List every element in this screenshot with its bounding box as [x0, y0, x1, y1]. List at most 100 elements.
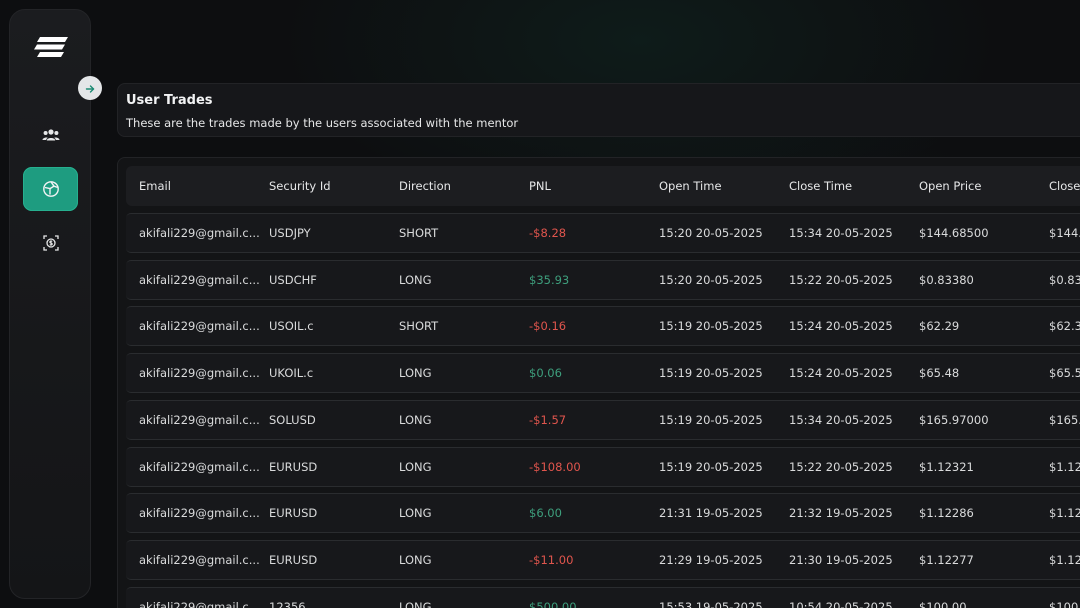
column-header-close-price[interactable]: Close	[1049, 179, 1080, 193]
cell-open-time: 15:53 19-05-2025	[659, 599, 763, 608]
cell-close-time: 21:30 19-05-2025	[789, 552, 893, 567]
cell-open-price: $1.12277	[919, 552, 974, 567]
table-row[interactable]: akifali229@gmail.c... USDJPY SHORT -$8.28 15…	[126, 213, 1080, 253]
column-header-security-id[interactable]: Security Id	[269, 179, 331, 193]
cell-security-id: EURUSD	[269, 506, 318, 521]
cell-open-price: $144.68500	[919, 226, 989, 240]
table-row[interactable]: akifali229@gmail.c... EURUSD LONG $6.00 21:3…	[126, 493, 1080, 534]
table-row[interactable]: akifali229@gmail.c... USDCHF LONG $35.93 15:…	[126, 259, 1080, 300]
cell-close-time: 15:34 20-05-2025	[789, 412, 893, 427]
table-row[interactable]: akifali229@gmail.c... EURUSD LONG -$11.00 21…	[126, 539, 1080, 580]
cell-email: akifali229@gmail.c...	[139, 226, 260, 240]
app-page: User Trades These are the trades made by…	[0, 0, 1080, 608]
cell-open-price: $65.48	[919, 366, 960, 381]
cell-open-time: 15:19 20-05-2025	[659, 459, 763, 474]
column-header-pnl[interactable]: PNL	[529, 179, 551, 193]
cell-direction: SHORT	[399, 319, 439, 334]
cell-pnl: -$108.00	[529, 459, 581, 474]
cell-email: akifali229@gmail.c...	[139, 599, 260, 608]
cell-close-price: $100	[1049, 599, 1079, 608]
cell-close-price: $144.6	[1049, 226, 1080, 240]
cell-security-id: 12356	[269, 599, 306, 608]
cell-direction: LONG	[399, 366, 432, 381]
cell-security-id: UKOIL.c	[269, 366, 314, 381]
cell-email: akifali229@gmail.c...	[139, 506, 260, 521]
cell-direction: LONG	[399, 599, 432, 608]
cell-open-time: 15:19 20-05-2025	[659, 319, 763, 334]
cell-close-time: 10:54 20-05-2025	[789, 599, 893, 608]
sidebar-item-trades[interactable]	[23, 167, 78, 211]
cell-direction: SHORT	[399, 226, 439, 240]
page-subtitle: These are the trades made by the users a…	[126, 116, 519, 130]
cell-open-price: $100.00	[919, 599, 967, 608]
column-header-open-price[interactable]: Open Price	[919, 179, 981, 193]
logo-icon[interactable]	[34, 37, 68, 57]
users-icon	[42, 128, 60, 142]
cell-direction: LONG	[399, 459, 432, 474]
cell-pnl: $0.06	[529, 366, 562, 381]
cell-close-price: $0.833	[1049, 272, 1080, 287]
cell-security-id: USDJPY	[269, 226, 311, 240]
cell-email: akifali229@gmail.c...	[139, 552, 260, 567]
cell-pnl: -$11.00	[529, 552, 574, 567]
column-header-close-time[interactable]: Close Time	[789, 179, 852, 193]
cell-close-price: $1.1228	[1049, 506, 1080, 521]
cell-direction: LONG	[399, 506, 432, 521]
table-row[interactable]: akifali229@gmail.c... UKOIL.c LONG $0.06 15:…	[126, 353, 1080, 394]
cell-close-price: $65.51	[1049, 366, 1080, 381]
cell-close-price: $1.1226	[1049, 459, 1080, 474]
cell-close-price: $165.3	[1049, 412, 1080, 427]
cell-security-id: USDCHF	[269, 272, 317, 287]
cell-email: akifali229@gmail.c...	[139, 272, 260, 287]
cell-security-id: SOLUSD	[269, 412, 316, 427]
cell-open-time: 21:29 19-05-2025	[659, 552, 763, 567]
sidebar-item-payments[interactable]	[23, 221, 78, 265]
cell-open-time: 15:19 20-05-2025	[659, 412, 763, 427]
cell-close-price: $62.37	[1049, 319, 1080, 334]
cell-close-time: 15:22 20-05-2025	[789, 272, 893, 287]
column-header-open-time[interactable]: Open Time	[659, 179, 722, 193]
payments-icon	[42, 235, 59, 251]
cell-close-time: 15:22 20-05-2025	[789, 459, 893, 474]
cell-security-id: EURUSD	[269, 552, 318, 567]
sidebar	[9, 9, 91, 599]
cell-pnl: $6.00	[529, 506, 562, 521]
cell-email: akifali229@gmail.c...	[139, 412, 260, 427]
cell-direction: LONG	[399, 552, 432, 567]
cell-security-id: USOIL.c	[269, 319, 314, 334]
cell-pnl: $35.93	[529, 272, 570, 287]
cell-pnl: $500.00	[529, 599, 577, 608]
cell-open-time: 15:19 20-05-2025	[659, 366, 763, 381]
cell-email: akifali229@gmail.c...	[139, 459, 260, 474]
sidebar-expand-button[interactable]	[78, 76, 102, 100]
column-header-direction[interactable]: Direction	[399, 179, 451, 193]
table-row[interactable]: akifali229@gmail.c... USOIL.c SHORT -$0.16 1…	[126, 306, 1080, 347]
cell-close-price: $1.1226	[1049, 552, 1080, 567]
table-header: Email Security Id Direction PNL Open Tim…	[126, 166, 1080, 206]
cell-security-id: EURUSD	[269, 459, 318, 474]
column-header-email[interactable]: Email	[139, 179, 171, 193]
table-row[interactable]: akifali229@gmail.c... SOLUSD LONG -$1.57 15:…	[126, 399, 1080, 440]
table-row[interactable]: akifali229@gmail.c... 12356 LONG $500.00 15:…	[126, 586, 1080, 608]
page-title: User Trades	[126, 93, 213, 108]
sidebar-item-users[interactable]	[23, 113, 78, 157]
page-header: User Trades These are the trades made by…	[117, 83, 1080, 137]
cell-close-time: 15:24 20-05-2025	[789, 366, 893, 381]
cell-email: akifali229@gmail.c...	[139, 319, 260, 334]
cell-email: akifali229@gmail.c...	[139, 366, 260, 381]
trades-table: Email Security Id Direction PNL Open Tim…	[117, 157, 1080, 608]
table-row[interactable]: akifali229@gmail.c... EURUSD LONG -$108.00 1…	[126, 446, 1080, 487]
cell-open-time: 15:20 20-05-2025	[659, 272, 763, 287]
cell-open-price: $165.97000	[919, 412, 989, 427]
cell-close-time: 15:24 20-05-2025	[789, 319, 893, 334]
cell-direction: LONG	[399, 412, 432, 427]
arrow-right-icon	[85, 79, 95, 98]
cell-pnl: -$8.28	[529, 226, 567, 240]
cell-open-time: 21:31 19-05-2025	[659, 506, 763, 521]
cell-pnl: -$1.57	[529, 412, 567, 427]
cell-close-time: 21:32 19-05-2025	[789, 506, 893, 521]
cell-open-price: $1.12286	[919, 506, 974, 521]
cell-open-price: $1.12321	[919, 459, 974, 474]
cell-close-time: 15:34 20-05-2025	[789, 226, 893, 240]
cell-open-price: $62.29	[919, 319, 960, 334]
